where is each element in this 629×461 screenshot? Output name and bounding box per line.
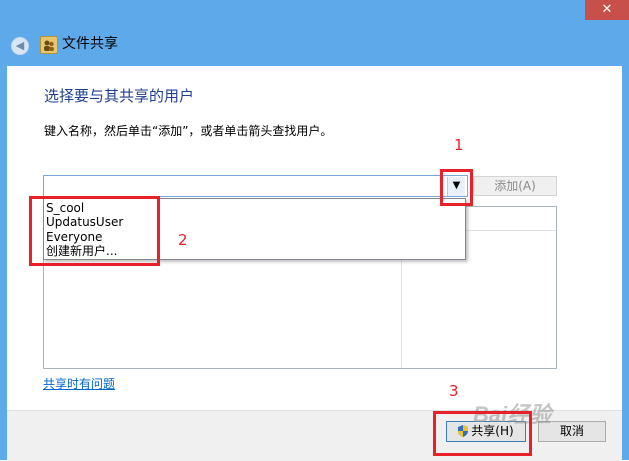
annotation-box-2 (29, 196, 160, 266)
add-button[interactable]: 添加(A) (473, 176, 557, 196)
sharing-problems-link[interactable]: 共享时有问题 (43, 376, 115, 392)
title-bar (0, 0, 629, 66)
user-name-combobox[interactable] (43, 175, 468, 197)
instruction-text: 键入名称，然后单击“添加”，或者单击箭头查找用户。 (44, 124, 333, 138)
frame-right-border (622, 66, 629, 460)
file-sharing-icon (40, 36, 58, 54)
frame-left-border (0, 66, 7, 460)
annotation-label-3: 3 (449, 382, 459, 400)
annotation-box-1 (440, 169, 473, 206)
page-heading: 选择要与其共享的用户 (44, 87, 195, 105)
window-title: 文件共享 (62, 36, 118, 52)
back-arrow-icon[interactable]: ◀ (11, 37, 29, 55)
annotation-box-3 (433, 411, 532, 456)
close-button[interactable]: ✕ (585, 0, 629, 20)
annotation-label-2: 2 (178, 231, 188, 249)
annotation-label-1: 1 (454, 136, 464, 154)
